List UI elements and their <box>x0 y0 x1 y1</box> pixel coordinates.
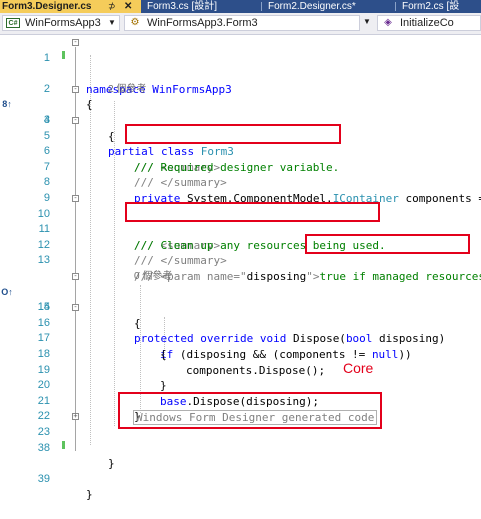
code-line: 20 base.Dispose(disposing); <box>0 363 481 408</box>
code-editor[interactable]: 1 - namespace WinFormsApp3 2 { 2 個參考 8↑ … <box>0 35 481 501</box>
collapse-icon[interactable]: - <box>72 273 79 280</box>
code-line: 19 } <box>0 347 481 393</box>
class-name: WinFormsApp3.Form3 <box>147 17 258 29</box>
method-icon: ◈ <box>384 17 392 28</box>
line-number: 39 <box>37 472 50 485</box>
highlight-box <box>125 202 380 222</box>
tab-label: Form2.cs [設 <box>402 1 460 12</box>
collapse-icon[interactable]: - <box>72 304 79 312</box>
change-marker <box>62 440 65 449</box>
code-line: 2 { <box>0 50 481 111</box>
tab-label: Form3.Designer.cs <box>2 1 92 12</box>
collapse-icon[interactable]: - <box>72 117 79 124</box>
project-dropdown[interactable]: C# WinFormsApp3 ▼ <box>2 15 120 31</box>
close-icon[interactable]: ✕ <box>124 0 132 13</box>
code-line: 9 <box>0 175 481 204</box>
code-line: O↑ 14 - protected override void Dispose(… <box>0 269 481 346</box>
highlight-box <box>305 234 470 254</box>
code-line: 8↑ 3 - partial class Form3 <box>0 82 481 158</box>
code-line: 15 { <box>0 285 481 330</box>
expand-icon[interactable]: + <box>72 413 79 421</box>
csharp-project-icon: C# <box>6 18 20 28</box>
project-name: WinFormsApp3 <box>25 17 101 29</box>
chevron-down-icon[interactable]: ▼ <box>362 17 372 26</box>
code-line: 1 - namespace WinFormsApp3 <box>0 35 481 96</box>
code-text: } <box>86 488 93 502</box>
pin-icon[interactable]: ⊅ <box>108 0 116 13</box>
collapse-icon[interactable]: - <box>72 39 79 46</box>
code-line: 2 個參考 <box>0 66 481 95</box>
code-line: 0 個參考 <box>0 253 481 282</box>
tab-divider <box>261 2 262 11</box>
tab-form2-designer[interactable]: Form2.Designer.cs* <box>264 0 394 13</box>
code-line: 18 components.Dispose(); <box>0 331 481 377</box>
code-text: } <box>108 457 115 471</box>
chevron-down-icon[interactable]: ▼ <box>107 16 117 30</box>
code-line: 4 { <box>0 97 481 143</box>
core-annotation: Core <box>343 360 374 376</box>
tab-label: Form2.Designer.cs* <box>268 1 356 12</box>
document-tab-bar: Form3.Designer.cs ⊅ ✕ Form3.cs [設計] Form… <box>0 0 481 13</box>
class-dropdown[interactable]: ⚙ WinFormsApp3.Form3 <box>124 15 360 31</box>
highlight-box <box>125 124 341 144</box>
code-line: 7 /// </summary> <box>0 144 481 190</box>
change-marker <box>62 50 65 59</box>
tab-form3-designer[interactable]: Form3.Designer.cs ⊅ ✕ <box>0 0 141 13</box>
code-line: 16 - if (disposing && (components != nul… <box>0 300 481 361</box>
class-icon: ⚙ <box>130 17 140 28</box>
tab-form3-design[interactable]: Form3.cs [設計] <box>143 0 260 13</box>
highlight-box <box>118 392 382 429</box>
code-line: 8 private System.ComponentModel.IContain… <box>0 160 481 205</box>
collapse-icon[interactable]: - <box>72 85 79 93</box>
collapse-icon[interactable]: - <box>72 195 79 202</box>
navigation-bar: C# WinFormsApp3 ▼ ⚙ WinFormsApp3.Form3 ▼… <box>0 13 481 35</box>
tab-divider <box>395 2 396 11</box>
member-name: InitializeCo <box>400 17 454 29</box>
tab-form2-design[interactable]: Form2.cs [設 <box>398 0 481 13</box>
code-line: 17 { <box>0 316 481 361</box>
member-dropdown[interactable]: ◈ InitializeCo <box>377 15 481 31</box>
tab-label: Form3.cs [設計] <box>147 1 218 12</box>
